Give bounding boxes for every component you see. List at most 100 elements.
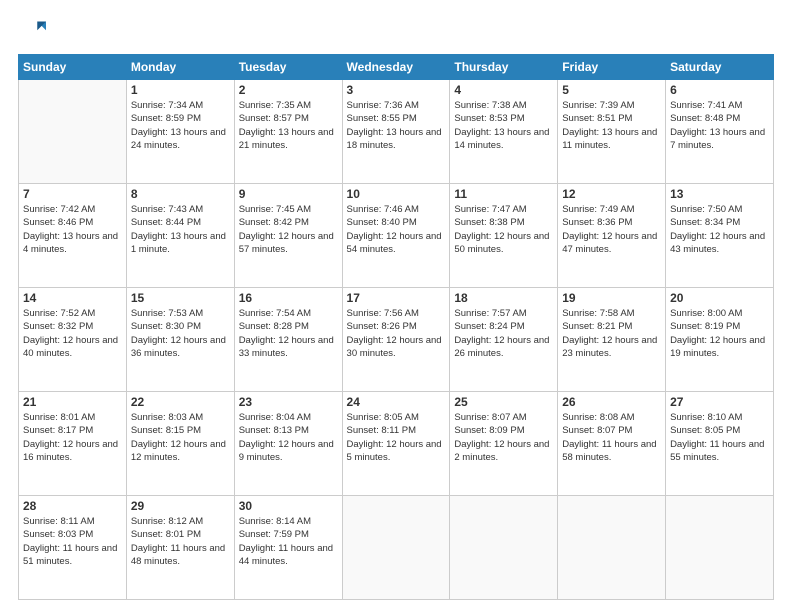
day-number: 7 (23, 187, 122, 201)
calendar-cell: 7 Sunrise: 7:42 AMSunset: 8:46 PMDayligh… (19, 184, 127, 288)
calendar-cell: 26 Sunrise: 8:08 AMSunset: 8:07 PMDaylig… (558, 392, 666, 496)
day-info: Sunrise: 7:35 AMSunset: 8:57 PMDaylight:… (239, 99, 338, 152)
day-info: Sunrise: 8:03 AMSunset: 8:15 PMDaylight:… (131, 411, 230, 464)
day-number: 12 (562, 187, 661, 201)
calendar-cell (19, 80, 127, 184)
day-info: Sunrise: 7:49 AMSunset: 8:36 PMDaylight:… (562, 203, 661, 256)
day-info: Sunrise: 7:50 AMSunset: 8:34 PMDaylight:… (670, 203, 769, 256)
day-number: 24 (347, 395, 446, 409)
calendar-cell: 20 Sunrise: 8:00 AMSunset: 8:19 PMDaylig… (666, 288, 774, 392)
calendar-cell: 5 Sunrise: 7:39 AMSunset: 8:51 PMDayligh… (558, 80, 666, 184)
calendar-week-4: 21 Sunrise: 8:01 AMSunset: 8:17 PMDaylig… (19, 392, 774, 496)
weekday-header-sunday: Sunday (19, 55, 127, 80)
day-number: 25 (454, 395, 553, 409)
calendar-cell: 6 Sunrise: 7:41 AMSunset: 8:48 PMDayligh… (666, 80, 774, 184)
calendar-cell: 17 Sunrise: 7:56 AMSunset: 8:26 PMDaylig… (342, 288, 450, 392)
day-info: Sunrise: 7:36 AMSunset: 8:55 PMDaylight:… (347, 99, 446, 152)
day-number: 22 (131, 395, 230, 409)
day-info: Sunrise: 7:39 AMSunset: 8:51 PMDaylight:… (562, 99, 661, 152)
calendar-cell (666, 496, 774, 600)
day-info: Sunrise: 7:38 AMSunset: 8:53 PMDaylight:… (454, 99, 553, 152)
day-number: 15 (131, 291, 230, 305)
day-info: Sunrise: 7:45 AMSunset: 8:42 PMDaylight:… (239, 203, 338, 256)
calendar-cell (450, 496, 558, 600)
day-number: 13 (670, 187, 769, 201)
calendar-week-2: 7 Sunrise: 7:42 AMSunset: 8:46 PMDayligh… (19, 184, 774, 288)
page: SundayMondayTuesdayWednesdayThursdayFrid… (0, 0, 792, 612)
calendar-cell: 21 Sunrise: 8:01 AMSunset: 8:17 PMDaylig… (19, 392, 127, 496)
day-info: Sunrise: 8:05 AMSunset: 8:11 PMDaylight:… (347, 411, 446, 464)
calendar-cell: 25 Sunrise: 8:07 AMSunset: 8:09 PMDaylig… (450, 392, 558, 496)
day-info: Sunrise: 8:10 AMSunset: 8:05 PMDaylight:… (670, 411, 769, 464)
day-info: Sunrise: 7:47 AMSunset: 8:38 PMDaylight:… (454, 203, 553, 256)
calendar-cell: 15 Sunrise: 7:53 AMSunset: 8:30 PMDaylig… (126, 288, 234, 392)
header (18, 18, 774, 46)
day-info: Sunrise: 7:46 AMSunset: 8:40 PMDaylight:… (347, 203, 446, 256)
calendar-cell: 2 Sunrise: 7:35 AMSunset: 8:57 PMDayligh… (234, 80, 342, 184)
calendar-cell: 23 Sunrise: 8:04 AMSunset: 8:13 PMDaylig… (234, 392, 342, 496)
calendar-week-5: 28 Sunrise: 8:11 AMSunset: 8:03 PMDaylig… (19, 496, 774, 600)
calendar-cell: 11 Sunrise: 7:47 AMSunset: 8:38 PMDaylig… (450, 184, 558, 288)
day-number: 8 (131, 187, 230, 201)
calendar-cell: 28 Sunrise: 8:11 AMSunset: 8:03 PMDaylig… (19, 496, 127, 600)
weekday-header-friday: Friday (558, 55, 666, 80)
day-number: 28 (23, 499, 122, 513)
logo (18, 18, 48, 46)
day-info: Sunrise: 8:07 AMSunset: 8:09 PMDaylight:… (454, 411, 553, 464)
calendar: SundayMondayTuesdayWednesdayThursdayFrid… (18, 54, 774, 600)
weekday-header-tuesday: Tuesday (234, 55, 342, 80)
day-info: Sunrise: 7:52 AMSunset: 8:32 PMDaylight:… (23, 307, 122, 360)
day-info: Sunrise: 7:34 AMSunset: 8:59 PMDaylight:… (131, 99, 230, 152)
day-info: Sunrise: 8:12 AMSunset: 8:01 PMDaylight:… (131, 515, 230, 568)
day-number: 27 (670, 395, 769, 409)
day-number: 10 (347, 187, 446, 201)
day-info: Sunrise: 7:43 AMSunset: 8:44 PMDaylight:… (131, 203, 230, 256)
day-info: Sunrise: 7:57 AMSunset: 8:24 PMDaylight:… (454, 307, 553, 360)
calendar-cell: 3 Sunrise: 7:36 AMSunset: 8:55 PMDayligh… (342, 80, 450, 184)
day-number: 17 (347, 291, 446, 305)
calendar-week-3: 14 Sunrise: 7:52 AMSunset: 8:32 PMDaylig… (19, 288, 774, 392)
calendar-cell (342, 496, 450, 600)
day-number: 9 (239, 187, 338, 201)
calendar-cell: 29 Sunrise: 8:12 AMSunset: 8:01 PMDaylig… (126, 496, 234, 600)
day-info: Sunrise: 7:56 AMSunset: 8:26 PMDaylight:… (347, 307, 446, 360)
calendar-cell: 13 Sunrise: 7:50 AMSunset: 8:34 PMDaylig… (666, 184, 774, 288)
day-number: 19 (562, 291, 661, 305)
calendar-cell: 1 Sunrise: 7:34 AMSunset: 8:59 PMDayligh… (126, 80, 234, 184)
day-number: 20 (670, 291, 769, 305)
day-number: 4 (454, 83, 553, 97)
calendar-cell: 10 Sunrise: 7:46 AMSunset: 8:40 PMDaylig… (342, 184, 450, 288)
day-number: 21 (23, 395, 122, 409)
day-info: Sunrise: 8:04 AMSunset: 8:13 PMDaylight:… (239, 411, 338, 464)
weekday-header-thursday: Thursday (450, 55, 558, 80)
day-info: Sunrise: 8:14 AMSunset: 7:59 PMDaylight:… (239, 515, 338, 568)
weekday-header-monday: Monday (126, 55, 234, 80)
day-number: 26 (562, 395, 661, 409)
logo-icon (18, 18, 46, 46)
day-number: 29 (131, 499, 230, 513)
day-number: 16 (239, 291, 338, 305)
day-number: 30 (239, 499, 338, 513)
day-info: Sunrise: 8:00 AMSunset: 8:19 PMDaylight:… (670, 307, 769, 360)
calendar-cell (558, 496, 666, 600)
calendar-cell: 16 Sunrise: 7:54 AMSunset: 8:28 PMDaylig… (234, 288, 342, 392)
day-number: 6 (670, 83, 769, 97)
calendar-cell: 12 Sunrise: 7:49 AMSunset: 8:36 PMDaylig… (558, 184, 666, 288)
day-info: Sunrise: 7:54 AMSunset: 8:28 PMDaylight:… (239, 307, 338, 360)
day-info: Sunrise: 7:58 AMSunset: 8:21 PMDaylight:… (562, 307, 661, 360)
weekday-header-row: SundayMondayTuesdayWednesdayThursdayFrid… (19, 55, 774, 80)
weekday-header-wednesday: Wednesday (342, 55, 450, 80)
day-info: Sunrise: 8:11 AMSunset: 8:03 PMDaylight:… (23, 515, 122, 568)
calendar-cell: 24 Sunrise: 8:05 AMSunset: 8:11 PMDaylig… (342, 392, 450, 496)
calendar-cell: 4 Sunrise: 7:38 AMSunset: 8:53 PMDayligh… (450, 80, 558, 184)
calendar-cell: 30 Sunrise: 8:14 AMSunset: 7:59 PMDaylig… (234, 496, 342, 600)
calendar-cell: 9 Sunrise: 7:45 AMSunset: 8:42 PMDayligh… (234, 184, 342, 288)
day-number: 3 (347, 83, 446, 97)
day-number: 18 (454, 291, 553, 305)
day-info: Sunrise: 7:53 AMSunset: 8:30 PMDaylight:… (131, 307, 230, 360)
calendar-cell: 19 Sunrise: 7:58 AMSunset: 8:21 PMDaylig… (558, 288, 666, 392)
weekday-header-saturday: Saturday (666, 55, 774, 80)
day-info: Sunrise: 7:42 AMSunset: 8:46 PMDaylight:… (23, 203, 122, 256)
day-info: Sunrise: 8:01 AMSunset: 8:17 PMDaylight:… (23, 411, 122, 464)
calendar-cell: 8 Sunrise: 7:43 AMSunset: 8:44 PMDayligh… (126, 184, 234, 288)
